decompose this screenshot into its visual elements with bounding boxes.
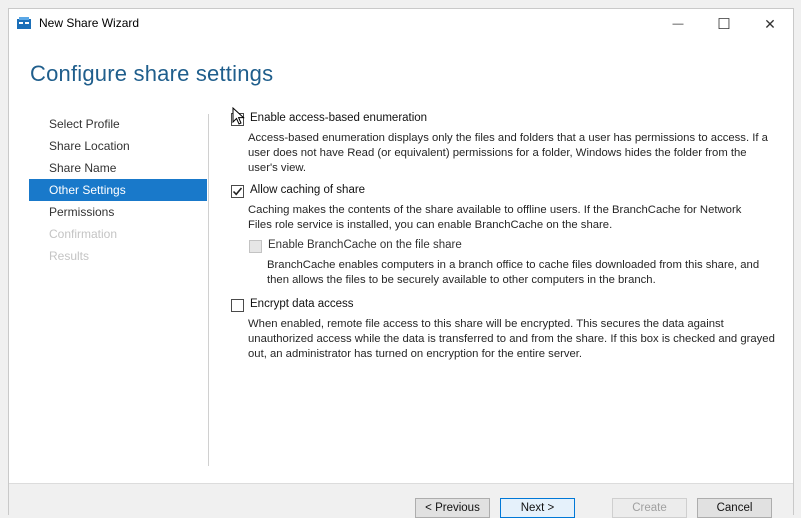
cancel-button[interactable]: Cancel [697, 498, 772, 518]
branchcache-description: BranchCache enables computers in a branc… [267, 259, 760, 286]
close-icon: ✕ [764, 15, 776, 32]
nav-item-results: Results [49, 249, 90, 263]
encrypt-data-access-checkbox[interactable] [231, 299, 244, 312]
access-based-enumeration-label[interactable]: Enable access-based enumeration [250, 111, 427, 126]
checkmark-icon [232, 187, 243, 196]
encrypt-data-access-description: When enabled, remote file access to this… [248, 318, 775, 360]
allow-caching-checkbox[interactable] [231, 185, 244, 198]
nav-item-share-location[interactable]: Share Location [29, 135, 207, 157]
nav-item-share-name[interactable]: Share Name [29, 157, 207, 179]
nav-item-permissions[interactable]: Permissions [29, 201, 207, 223]
encrypt-data-access-label[interactable]: Encrypt data access [250, 297, 354, 312]
page-title: Configure share settings [30, 61, 274, 86]
wizard-footer: < Previous Next > Create Cancel [9, 483, 793, 518]
branchcache-label: Enable BranchCache on the file share [268, 239, 462, 251]
nav-item-other-settings[interactable]: Other Settings [29, 179, 207, 201]
maximize-button[interactable]: ☐ [701, 9, 747, 39]
close-button[interactable]: ✕ [747, 9, 793, 39]
nav-item-confirmation: Confirmation [49, 227, 118, 241]
mouse-pointer-icon [232, 107, 245, 125]
wizard-nav: Select Profile Share Location Share Name… [29, 113, 207, 267]
create-button: Create [612, 498, 687, 518]
title-bar[interactable]: New Share Wizard — ☐ ✕ [9, 9, 793, 39]
minimize-icon: — [672, 18, 684, 30]
nav-divider [208, 114, 209, 466]
next-button[interactable]: Next > [500, 498, 575, 518]
previous-button[interactable]: < Previous [415, 498, 490, 518]
minimize-button[interactable]: — [655, 9, 701, 39]
access-based-enumeration-description: Access-based enumeration displays only t… [248, 132, 768, 174]
wizard-window: New Share Wizard — ☐ ✕ Configure share s… [8, 8, 794, 518]
server-share-icon [17, 17, 31, 29]
allow-caching-description: Caching makes the contents of the share … [248, 204, 742, 231]
window-title: New Share Wizard [39, 16, 140, 30]
branchcache-checkbox [249, 240, 262, 253]
maximize-icon: ☐ [717, 16, 731, 33]
allow-caching-label[interactable]: Allow caching of share [250, 183, 365, 198]
nav-item-select-profile[interactable]: Select Profile [29, 113, 207, 135]
